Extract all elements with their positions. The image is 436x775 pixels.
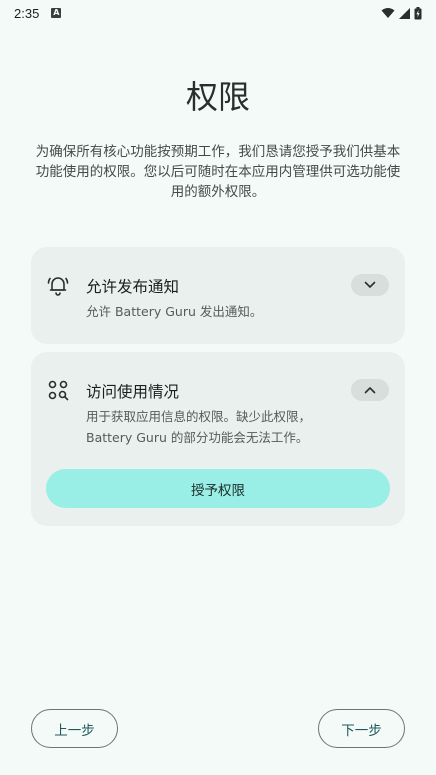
permission-description: 用于获取应用信息的权限。缺少此权限， Battery Guru 的部分功能会无法… [86,406,389,448]
page-title: 权限 [185,78,250,116]
permission-description-line: 用于获取应用信息的权限。缺少此权限， [86,409,312,424]
permission-description: 允许 Battery Guru 发出通知。 [86,304,263,319]
wifi-icon [381,8,395,18]
status-icons [381,6,422,20]
grant-permission-button[interactable]: 授予权限 [46,469,390,508]
permission-description-line: Battery Guru 的部分功能会无法工作。 [86,430,309,445]
battery-charging-icon [414,6,422,19]
permission-title: 允许发布通知 [86,278,180,296]
expand-toggle[interactable] [351,274,389,296]
chevron-up-icon [364,387,376,394]
collapse-toggle[interactable] [351,379,389,401]
next-step-button[interactable]: 下一步 [318,709,405,748]
cell-signal-icon [399,7,410,19]
usage-stats-icon [48,380,69,401]
permission-card-notifications[interactable]: 允许发布通知 允许 Battery Guru 发出通知。 [31,247,405,344]
permission-card-usage-access[interactable]: 访问使用情况 用于获取应用信息的权限。缺少此权限， Battery Guru 的… [31,352,405,526]
status-time: 2:35 [14,5,40,21]
status-bar: 2:35 A [0,0,436,26]
bell-icon [47,277,69,296]
chevron-down-icon [364,281,376,288]
permission-title: 访问使用情况 [86,383,180,401]
page-description: 为确保所有核心功能按预期工作，我们恳请您授予我们供基本功能使用的权限。您以后可随… [35,144,401,200]
previous-step-button[interactable]: 上一步 [31,709,118,748]
notification-icon: A [51,8,62,18]
